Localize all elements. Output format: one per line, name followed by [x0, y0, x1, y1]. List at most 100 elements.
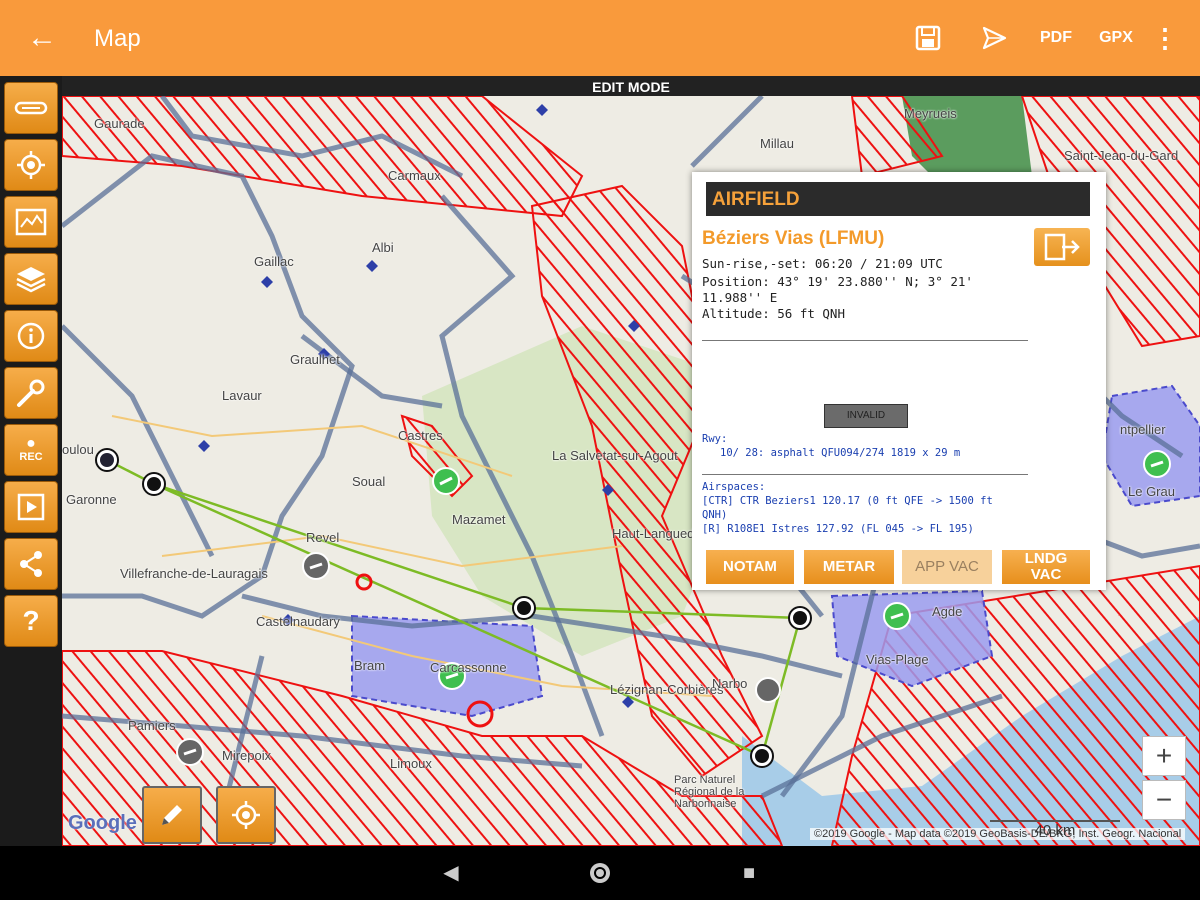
export-gpx-button[interactable]: GPX	[1094, 20, 1138, 56]
record-button[interactable]: ● REC	[4, 424, 58, 476]
system-nav-bar: ◀ ■	[0, 846, 1200, 900]
sun-times: Sun-rise,-set: 06:20 / 21:09 UTC	[702, 256, 943, 271]
info-button[interactable]	[4, 310, 58, 362]
map-label: Castelnaudary	[256, 614, 340, 629]
map-label: Millau	[760, 136, 794, 151]
map-scale: 40 km	[990, 820, 1120, 839]
page-title: Map	[94, 25, 141, 52]
play-button[interactable]	[4, 481, 58, 533]
map-label: Meyrueis	[904, 106, 957, 121]
map-label: Le Grau	[1128, 484, 1175, 499]
nav-home-icon[interactable]	[585, 858, 615, 888]
send-button[interactable]	[974, 20, 1014, 56]
info-icon	[17, 322, 45, 350]
layers-icon	[16, 267, 46, 293]
route-tool-button[interactable]	[4, 82, 58, 134]
map-label: Graulhet	[290, 352, 340, 367]
save-icon	[915, 25, 941, 51]
nav-recents-icon[interactable]: ■	[734, 858, 764, 888]
google-logo: Google	[68, 812, 137, 834]
app-vac-button[interactable]: APP VAC	[902, 550, 992, 584]
share-icon	[20, 551, 42, 577]
landing-vac-label-2: VAC	[1030, 566, 1062, 583]
map-label: Vias-Plage	[866, 652, 929, 667]
runway-title: Rwy:	[702, 433, 728, 445]
map-label: Limoux	[390, 756, 432, 771]
altitude: Altitude: 56 ft QNH	[702, 306, 845, 321]
map-label: Gaurade	[94, 116, 145, 131]
crosshair-icon	[232, 801, 260, 829]
map-label: Mazamet	[452, 512, 506, 527]
map-select-button[interactable]	[4, 196, 58, 248]
layers-button[interactable]	[4, 253, 58, 305]
map-label: Lavaur	[222, 388, 262, 403]
metar-button[interactable]: METAR	[804, 550, 894, 584]
airspace-restricted: [R] R108E1 Istres 127.92 (FL 045 -> FL 1…	[702, 523, 974, 535]
map-label: Castres	[398, 428, 443, 443]
map-label: Pamiers	[128, 718, 176, 733]
map-label: Albi	[372, 240, 394, 255]
export-pdf-button[interactable]: PDF	[1034, 20, 1078, 56]
map-icon	[15, 208, 47, 236]
divider	[702, 340, 1028, 341]
edit-mode-banner: EDIT MODE	[62, 76, 1200, 96]
share-button[interactable]	[4, 538, 58, 590]
crosshair-icon	[17, 151, 45, 179]
back-arrow-icon[interactable]: ←	[22, 20, 62, 56]
panel-header: AIRFIELD	[706, 182, 1090, 216]
map-label: Bram	[354, 658, 386, 673]
center-position-button[interactable]	[216, 786, 276, 844]
map-label: Garonne	[66, 492, 117, 507]
wrench-icon	[17, 379, 45, 407]
record-label: REC	[19, 450, 43, 463]
help-icon: ?	[22, 605, 40, 636]
airspaces-title: Airspaces:	[702, 481, 766, 493]
map-label: Parc Naturel Régional de la Narbonnaise	[674, 774, 745, 810]
runway-info: 10/ 28: asphalt QFU094/274 1819 x 29 m	[720, 447, 961, 459]
locate-button[interactable]	[4, 139, 58, 191]
airfield-info-panel: AIRFIELD Béziers Vias (LFMU) Sun-rise,-s…	[692, 172, 1106, 590]
airspace-ctr: [CTR] CTR Beziers1 120.17 (0 ft QFE -> 1…	[702, 495, 993, 507]
map-label: Mirepoix	[222, 748, 272, 763]
map-label: Lézignan-Corbières	[610, 682, 724, 697]
notam-button[interactable]: NOTAM	[706, 550, 794, 584]
landing-vac-label-1: LNDG	[1024, 550, 1068, 567]
edit-pencil-button[interactable]	[142, 786, 202, 844]
help-button[interactable]: ?	[4, 595, 58, 647]
airspace-ctr-cont: QNH)	[702, 509, 728, 521]
map-label: Villefranche-de-Lauragais	[120, 566, 268, 581]
route-icon	[14, 101, 48, 115]
position-line-2: 11.988'' E	[702, 290, 778, 305]
nav-back-icon[interactable]: ◀	[436, 858, 466, 888]
app-bar: ← Map PDF GPX ⋮	[0, 0, 1200, 76]
landing-vac-button[interactable]: LNDG VAC	[1002, 550, 1090, 584]
map-label: Agde	[932, 604, 963, 619]
direct-to-button[interactable]	[1034, 228, 1090, 266]
map-label: Narbo	[712, 676, 748, 691]
position-line-1: Position: 43° 19' 23.880'' N; 3° 21'	[702, 274, 973, 289]
divider	[702, 474, 1028, 475]
map-label: Soual	[352, 474, 386, 489]
app-root: ← Map PDF GPX ⋮ ● REC ? EDIT MODE Gaurad…	[0, 0, 1200, 900]
pencil-icon	[162, 805, 182, 825]
airfield-name: Béziers Vias (LFMU)	[702, 228, 885, 249]
map-label: oulou	[62, 442, 94, 457]
save-button[interactable]	[908, 20, 948, 56]
map-label: Revel	[306, 530, 340, 545]
map-label: La Salvetat-sur-Agout	[552, 448, 678, 463]
zoom-out-button[interactable]: −	[1142, 780, 1186, 820]
direct-to-icon	[1044, 233, 1080, 261]
map-label: Gaillac	[254, 254, 294, 269]
left-toolbar: ● REC ?	[0, 76, 62, 846]
map-label: ntpellier	[1120, 422, 1166, 437]
overflow-menu-icon[interactable]: ⋮	[1152, 20, 1178, 56]
map-label: Carmaux	[388, 168, 441, 183]
record-icon: ● REC	[19, 434, 43, 463]
map-label: Saint-Jean-du-Gard	[1064, 148, 1179, 163]
tools-button[interactable]	[4, 367, 58, 419]
send-icon	[982, 26, 1007, 50]
play-icon	[17, 493, 45, 521]
invalid-badge: INVALID	[824, 404, 908, 428]
zoom-in-button[interactable]: +	[1142, 736, 1186, 776]
map-label: Carcassonne	[430, 660, 507, 675]
